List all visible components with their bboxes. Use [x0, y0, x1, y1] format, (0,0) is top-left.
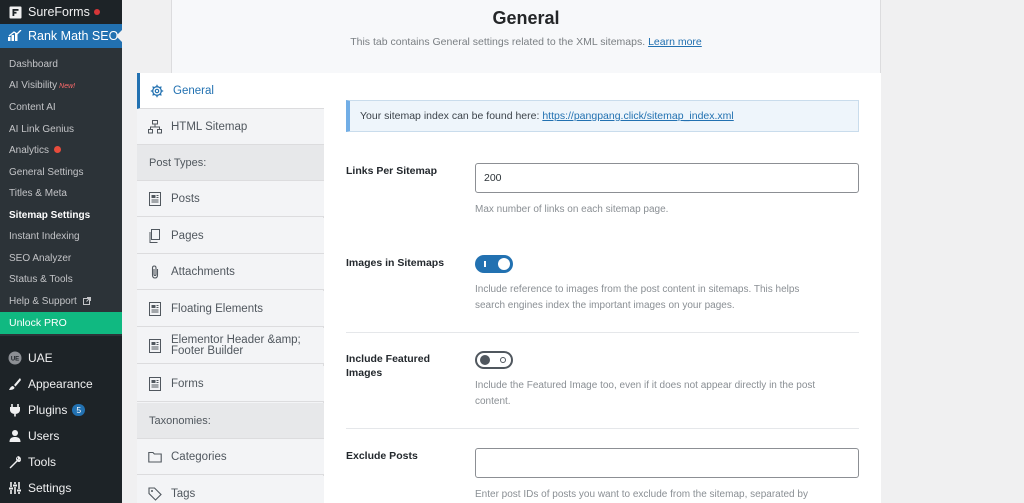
wrench-icon	[8, 455, 22, 469]
page-title: General	[492, 8, 560, 28]
menu-label: Settings	[28, 481, 72, 495]
svg-text:UE: UE	[11, 357, 19, 363]
tab-floating-elements[interactable]: Floating Elements	[137, 291, 324, 327]
tab-pages[interactable]: Pages	[137, 218, 324, 254]
divider	[346, 428, 859, 429]
submenu-instant-indexing[interactable]: Instant Indexing	[9, 231, 80, 242]
settings-icon	[8, 481, 22, 495]
menu-item-rank-math-seo[interactable]: Rank Math SEO	[0, 24, 122, 48]
submenu-ai-visibility[interactable]: AI Visibility New!	[9, 80, 75, 91]
include-featured-images-toggle[interactable]	[475, 351, 513, 369]
submenu-sitemap-settings[interactable]: Sitemap Settings	[9, 210, 90, 221]
menu-label: Appearance	[28, 377, 93, 391]
settings-tabs: General HTML Sitemap Post Types: Posts P…	[137, 73, 324, 503]
images-in-sitemaps-label: Images in Sitemaps	[346, 257, 445, 269]
plugin-icon	[8, 403, 22, 417]
tab-tags[interactable]: Tags	[137, 476, 324, 503]
submenu-status-tools[interactable]: Status & Tools	[9, 274, 73, 285]
links-per-sitemap-description: Max number of links on each sitemap page…	[475, 204, 669, 215]
links-per-sitemap-input[interactable]: 200	[475, 163, 859, 193]
folder-icon	[148, 450, 162, 464]
divider	[346, 332, 859, 333]
submenu-analytics[interactable]: Analytics	[9, 145, 62, 156]
include-featured-images-label: Include Featured Images	[346, 353, 431, 379]
submenu-dashboard[interactable]: Dashboard	[9, 59, 58, 70]
notification-dot	[54, 146, 62, 153]
images-in-sitemaps-toggle[interactable]	[475, 255, 513, 273]
pages-icon	[148, 228, 162, 243]
paintbrush-icon	[8, 377, 22, 391]
settings-header: General This tab contains General settin…	[171, 0, 881, 74]
tab-attachments[interactable]: Attachments	[137, 254, 324, 290]
notification-dot	[93, 9, 100, 15]
submenu-general-settings[interactable]: General Settings	[9, 167, 84, 178]
sitemap-index-link[interactable]: https://pangpang.click/sitemap_index.xml	[542, 110, 733, 122]
menu-item-appearance[interactable]: Appearance	[0, 373, 122, 395]
tab-html-sitemap[interactable]: HTML Sitemap	[137, 109, 324, 145]
links-per-sitemap-label: Links Per Sitemap	[346, 165, 438, 177]
admin-sidebar: SureForms Rank Math SEO Dashboard AI Vis…	[0, 0, 122, 503]
tab-elementor-header-footer[interactable]: Elementor Header &amp; Footer Builder	[137, 328, 324, 364]
settings-panel: Your sitemap index can be found here: ht…	[324, 73, 881, 503]
users-icon	[8, 429, 22, 443]
tab-label: Elementor Header &amp; Footer Builder	[171, 333, 301, 357]
menu-item-users[interactable]: Users	[0, 425, 122, 447]
submenu-seo-analyzer[interactable]: SEO Analyzer	[9, 253, 71, 264]
menu-label: Rank Math SEO	[28, 29, 119, 43]
menu-item-sureforms[interactable]: SureForms	[0, 0, 122, 24]
sureforms-icon	[8, 5, 22, 19]
exclude-posts-input[interactable]	[475, 448, 859, 478]
menu-item-settings[interactable]: Settings	[0, 477, 122, 499]
submenu-titles-meta[interactable]: Titles & Meta	[9, 188, 67, 199]
rankmath-icon	[8, 29, 22, 43]
taxonomies-heading: Taxonomies:	[137, 403, 324, 439]
tab-forms[interactable]: Forms	[137, 366, 324, 402]
document-icon	[148, 338, 162, 353]
submenu-help-support[interactable]: Help & Support	[9, 296, 91, 307]
document-icon	[148, 301, 162, 316]
menu-item-uae[interactable]: UE UAE	[0, 347, 122, 369]
menu-label: SureForms	[28, 5, 90, 19]
paperclip-icon	[148, 264, 162, 279]
menu-item-tools[interactable]: Tools	[0, 451, 122, 473]
tab-categories[interactable]: Categories	[137, 439, 324, 475]
uae-icon: UE	[8, 351, 22, 365]
document-icon	[148, 376, 162, 391]
menu-label: Users	[28, 429, 60, 443]
sitemap-icon	[148, 119, 162, 134]
new-tag: New!	[59, 83, 76, 90]
gear-icon	[150, 84, 164, 98]
post-types-heading: Post Types:	[137, 145, 324, 181]
include-featured-images-description: Include the Featured Image too, even if …	[475, 380, 816, 407]
rank-math-submenu: Dashboard AI Visibility New! Content AI A…	[0, 48, 122, 336]
submenu-ai-link-genius[interactable]: AI Link Genius	[9, 124, 74, 135]
document-icon	[148, 191, 162, 206]
menu-label: UAE	[28, 351, 53, 365]
learn-more-link[interactable]: Learn more	[648, 36, 702, 48]
menu-label: Plugins	[28, 403, 68, 417]
external-link-icon	[82, 297, 91, 306]
tag-icon	[148, 486, 162, 501]
unlock-pro-link[interactable]: Unlock PRO	[0, 312, 122, 334]
exclude-posts-label: Exclude Posts	[346, 450, 418, 462]
tab-posts[interactable]: Posts	[137, 181, 324, 217]
sitemap-index-notice: Your sitemap index can be found here: ht…	[346, 100, 859, 132]
images-in-sitemaps-description: Include reference to images from the pos…	[475, 284, 800, 311]
menu-label: Tools	[28, 455, 57, 469]
menu-item-plugins[interactable]: Plugins 5	[0, 399, 122, 421]
page-description: This tab contains General settings relat…	[350, 36, 702, 48]
submenu-content-ai[interactable]: Content AI	[9, 102, 56, 113]
exclude-posts-description: Enter post IDs of posts you want to excl…	[475, 489, 808, 500]
update-count-badge: 5	[72, 404, 86, 416]
tab-general[interactable]: General	[137, 73, 324, 109]
